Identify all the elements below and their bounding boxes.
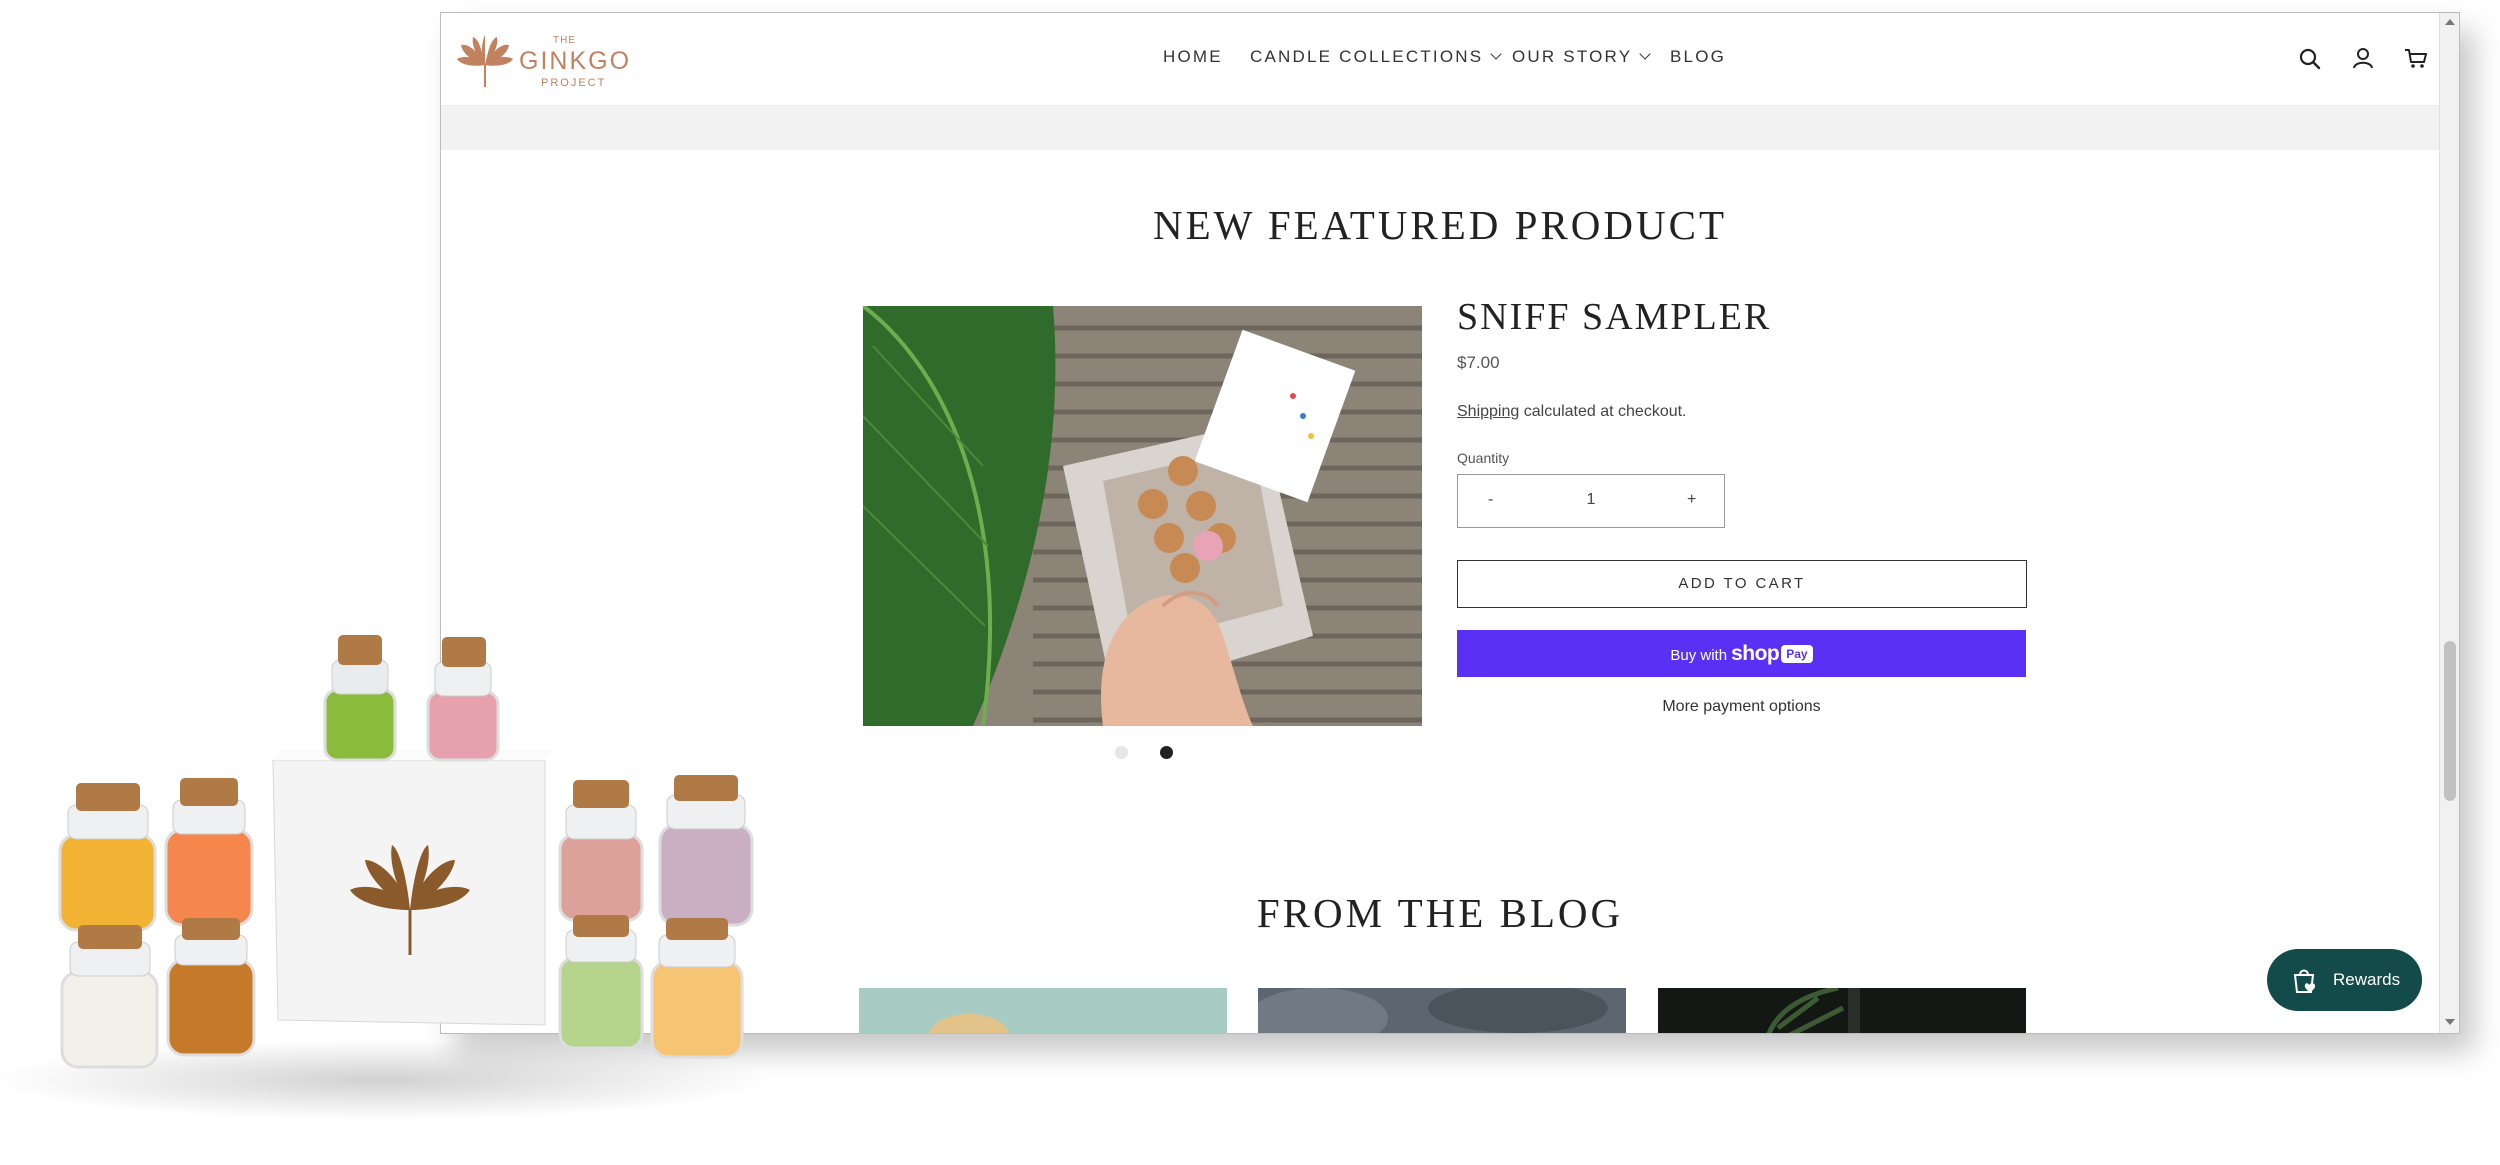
- nav-blog[interactable]: BLOG: [1670, 47, 1726, 67]
- chevron-down-icon: [1490, 48, 1502, 60]
- page-scrollbar[interactable]: [2439, 13, 2459, 1033]
- shipping-link[interactable]: Shipping: [1457, 403, 1519, 420]
- carousel-dot-1[interactable]: [1115, 746, 1128, 759]
- scrollbar-thumb[interactable]: [2444, 641, 2456, 801]
- shop-pay-badge: Pay: [1781, 645, 1813, 663]
- site-header: THE GINKGO PROJECT HOME CANDLE COLLECTIO…: [441, 13, 2439, 106]
- shop-pay-prefix: Buy with: [1670, 647, 1728, 664]
- quantity-increase-button[interactable]: +: [1687, 491, 1696, 509]
- quantity-input[interactable]: 1: [1458, 491, 1724, 509]
- quantity-stepper[interactable]: 1 - +: [1457, 474, 1725, 528]
- shipping-note-text: calculated at checkout.: [1523, 403, 1687, 420]
- quantity-label: Quantity: [1457, 450, 1510, 466]
- blog-card-image[interactable]: [859, 988, 1227, 1033]
- more-payment-options-link[interactable]: More payment options: [1457, 698, 2026, 716]
- nav-our-story[interactable]: OUR STORY: [1512, 47, 1651, 67]
- shopping-bag-heart-icon: [2293, 969, 2316, 993]
- blog-card-image[interactable]: [1258, 988, 1626, 1033]
- product-price: $7.00: [1457, 353, 1500, 372]
- product-title: SNIFF SAMPLER: [1457, 296, 1772, 338]
- shop-pay-brand: shop: [1731, 642, 1780, 665]
- quantity-decrease-button[interactable]: -: [1488, 491, 1493, 509]
- main-nav: HOME CANDLE COLLECTIONS OUR STORY BLOG: [441, 13, 2439, 105]
- product-image[interactable]: [863, 306, 1422, 726]
- nav-home-label: HOME: [1163, 47, 1223, 66]
- nav-our-story-label: OUR STORY: [1512, 47, 1633, 66]
- search-icon[interactable]: [2296, 45, 2324, 73]
- rewards-button[interactable]: Rewards: [2267, 949, 2422, 1011]
- scroll-up-arrow-icon[interactable]: [2445, 19, 2455, 25]
- shop-pay-button[interactable]: Buy with shop Pay: [1457, 630, 2026, 677]
- carousel-dot-2[interactable]: [1160, 746, 1173, 759]
- chevron-down-icon: [1639, 48, 1651, 60]
- nav-candle-collections[interactable]: CANDLE COLLECTIONS: [1250, 47, 1502, 67]
- scroll-down-arrow-icon[interactable]: [2445, 1019, 2455, 1025]
- nav-candle-collections-label: CANDLE COLLECTIONS: [1250, 47, 1484, 66]
- account-icon[interactable]: [2349, 45, 2377, 73]
- cart-icon[interactable]: [2402, 45, 2430, 73]
- shipping-note: Shipping calculated at checkout.: [1457, 403, 1687, 421]
- add-to-cart-button[interactable]: ADD TO CART: [1457, 560, 2027, 608]
- featured-section-title: NEW FEATURED PRODUCT: [1152, 202, 1728, 248]
- product-collage-image: [0, 600, 790, 1160]
- nav-blog-label: BLOG: [1670, 47, 1727, 66]
- blog-card-image[interactable]: [1658, 988, 2026, 1033]
- announcement-band: [441, 106, 2439, 150]
- nav-home[interactable]: HOME: [1163, 47, 1223, 67]
- rewards-label: Rewards: [2333, 970, 2401, 989]
